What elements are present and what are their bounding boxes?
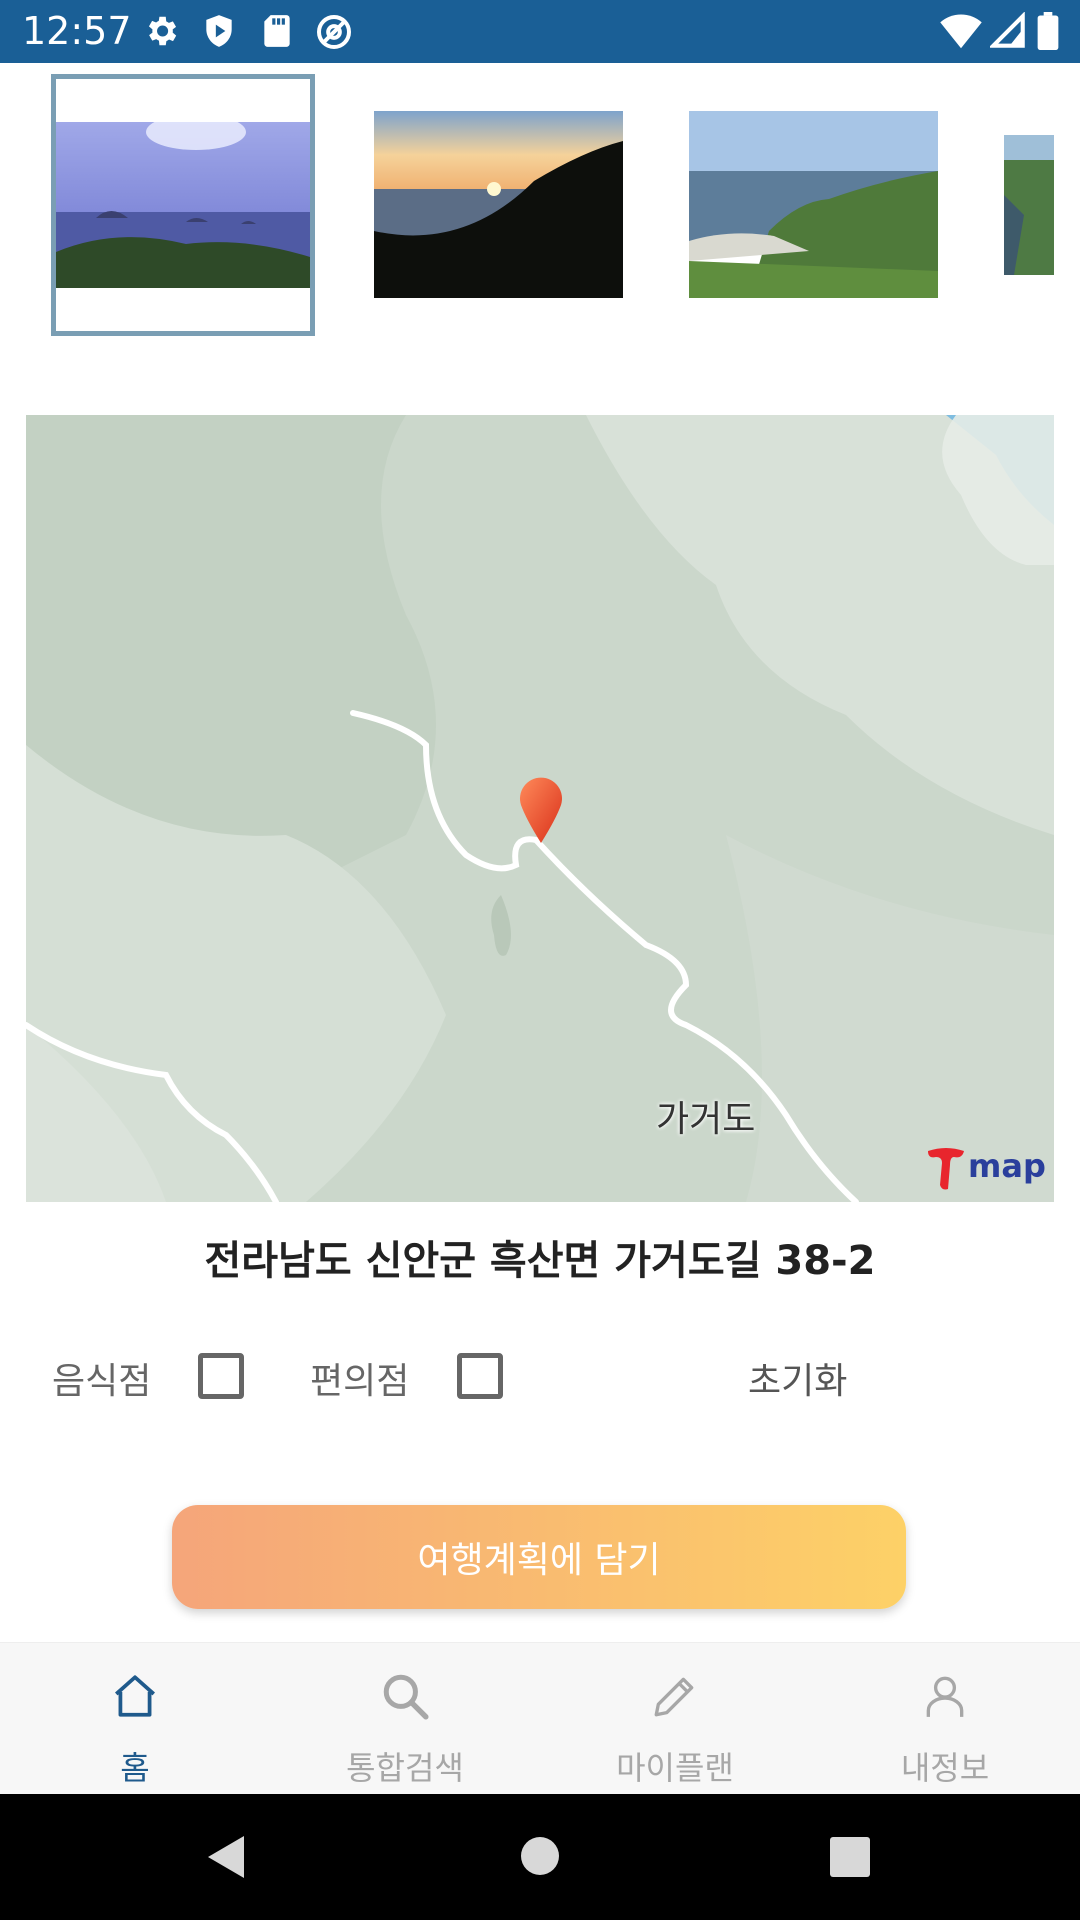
sd-card-icon (258, 12, 296, 54)
person-icon (920, 1671, 970, 1721)
settings-icon (142, 12, 180, 54)
reset-button[interactable]: 초기화 (748, 1352, 847, 1404)
pencil-icon (650, 1671, 700, 1721)
system-navigation-bar (0, 1794, 1080, 1920)
convenience-checkbox[interactable] (457, 1353, 503, 1399)
add-to-trip-plan-button[interactable]: 여행계획에 담기 (172, 1505, 906, 1609)
bottom-navigation: 홈 통합검색 마이플랜 내정보 (0, 1642, 1080, 1794)
thumbnail-islands-blue-sky[interactable] (51, 74, 315, 336)
photo-carousel[interactable] (0, 63, 1080, 353)
restaurant-filter-label: 음식점 (52, 1361, 152, 1402)
nav-label-my-plan: 마이플랜 (616, 1749, 734, 1787)
home-icon (110, 1671, 160, 1721)
add-to-trip-plan-label: 여행계획에 담기 (417, 1540, 661, 1581)
shield-icon (200, 12, 238, 54)
map-view[interactable]: 가거도 map (26, 415, 1054, 1202)
back-icon[interactable] (206, 1834, 246, 1880)
map-provider-label: map (968, 1147, 1046, 1185)
thumbnail-sunset-sea[interactable] (374, 111, 623, 298)
search-icon (380, 1671, 430, 1721)
thumbnail-harbor-coast[interactable] (689, 111, 938, 298)
nav-label-search: 통합검색 (346, 1749, 464, 1787)
home-circle-icon[interactable] (521, 1837, 559, 1875)
nav-item-my-plan[interactable]: 마이플랜 (540, 1643, 810, 1795)
nav-label-home: 홈 (120, 1749, 150, 1787)
signal-icon (988, 11, 1026, 54)
address-title: 전라남도 신안군 흑산면 가거도길 38-2 (204, 1238, 876, 1284)
restaurant-checkbox[interactable] (198, 1353, 244, 1399)
status-bar: 12:57 (0, 0, 1080, 63)
convenience-filter-label: 편의점 (310, 1361, 410, 1402)
battery-icon (1036, 12, 1060, 54)
nav-item-search[interactable]: 통합검색 (270, 1643, 540, 1795)
nav-label-my-info: 내정보 (900, 1749, 990, 1787)
nav-item-home[interactable]: 홈 (0, 1643, 270, 1795)
map-pin-icon[interactable] (518, 775, 564, 843)
at-sign-icon (314, 12, 354, 56)
wifi-icon (940, 12, 982, 54)
map-place-label: 가거도 (656, 1099, 756, 1140)
thumbnail-cliff-partial[interactable] (1004, 135, 1054, 275)
nav-item-my-info[interactable]: 내정보 (810, 1643, 1080, 1795)
recents-icon[interactable] (830, 1837, 870, 1877)
tmap-logo: map (924, 1145, 1046, 1195)
status-time: 12:57 (22, 9, 132, 53)
